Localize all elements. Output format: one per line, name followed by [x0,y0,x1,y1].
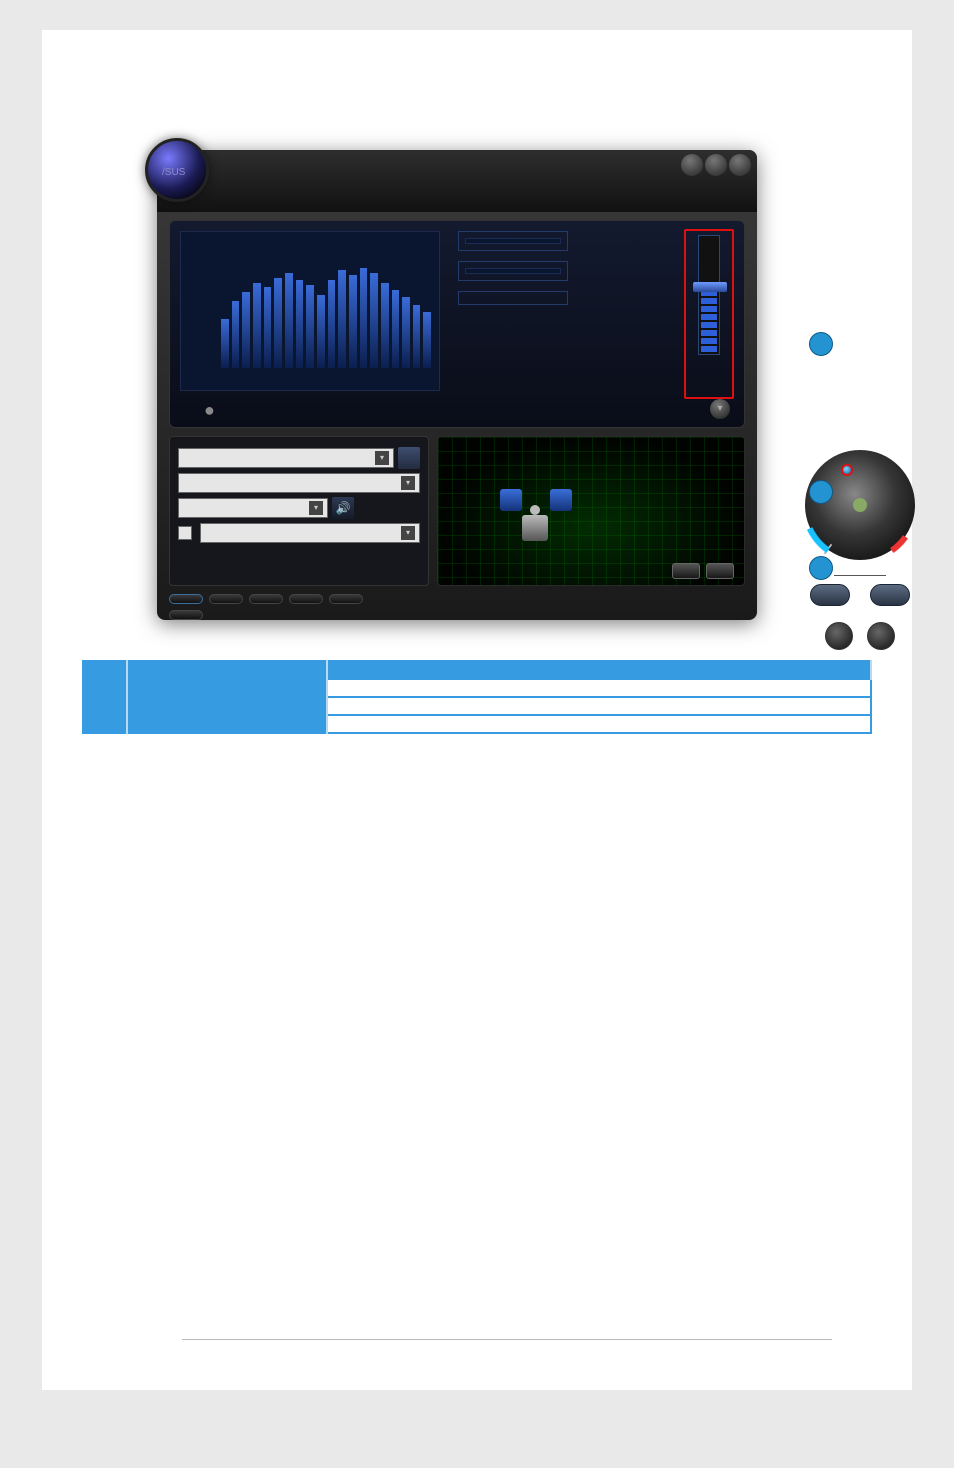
listener-icon [522,515,548,541]
info-button[interactable] [681,154,703,176]
expand-button[interactable]: ▾ [710,399,730,419]
chevron-down-icon: ▾ [401,476,415,490]
svn-blue-light [841,464,853,476]
eq-mode-group [458,261,568,281]
dsp-mode-value [465,238,561,244]
transport-controls [672,563,734,579]
tab-main[interactable] [169,594,203,604]
audio-center-window: ● ▾ ▾ [157,150,757,620]
dts-logo: ● [204,400,216,420]
row2-item [127,697,327,715]
display-panel: ● ▾ [169,220,745,428]
stop-button[interactable] [706,563,734,579]
dsp-mode-group [458,231,568,251]
tab-row-2 [169,610,745,620]
audio-channel-select[interactable]: ▾ [178,448,394,468]
row3-no [83,715,127,733]
help-button[interactable] [398,447,420,469]
tab-vocalfx[interactable] [169,610,203,620]
speaker-left[interactable] [500,489,522,511]
callout-2 [809,480,833,504]
minimize-button[interactable] [705,154,727,176]
svn-toggle[interactable] [810,584,850,606]
table-row [83,715,871,733]
close-button[interactable] [729,154,751,176]
mode-column [458,231,568,311]
volume-slot[interactable] [698,235,720,355]
play-prev-button[interactable] [672,563,700,579]
chevron-down-icon: ▾ [375,451,389,465]
analog-out-select[interactable]: ▾ [178,498,328,518]
document-page: ● ▾ ▾ [42,30,912,1390]
mute-toggle[interactable] [870,584,910,606]
smart-volume-label [686,357,732,366]
tab-row-1 [169,594,745,604]
row1-no [83,679,127,697]
spdif-out-select[interactable]: ▾ [200,523,420,543]
speaker-right[interactable] [550,489,572,511]
col-no [83,661,127,679]
page-footer [182,1339,832,1350]
spectrum-analyzer [180,231,440,391]
dts-row: ● ▾ [180,399,734,419]
row3-item [127,715,327,733]
callout-3 [809,332,833,356]
volume-knob-cluster [785,450,935,656]
output-device-group [458,291,568,305]
chevron-down-icon: ▾ [401,526,415,540]
volume-pointer[interactable] [693,282,727,292]
tab-flexbass[interactable] [329,594,363,604]
col-desc [327,661,871,679]
dsp-mode-button-1[interactable] [825,622,853,650]
tab-mixer[interactable] [209,594,243,604]
row2-desc [327,697,871,715]
tab-karaoke[interactable] [289,594,323,604]
col-item [127,661,327,679]
reference-table [82,660,872,734]
titlebar [157,150,757,212]
smart-volume-meter [684,229,734,399]
volume-knob[interactable] [805,450,915,560]
spectrum-bars [221,246,431,368]
svn-mute-row [785,584,935,606]
table-row [83,697,871,715]
app-figure: ● ▾ ▾ [157,150,797,620]
speaker-test-button[interactable]: 🔊 [332,497,354,519]
spdif-checkbox[interactable] [178,526,192,540]
lr-scale [834,566,886,576]
callout-1 [809,556,833,580]
eq-mode-value [465,268,561,274]
table-row [83,679,871,697]
chevron-down-icon: ▾ [309,501,323,515]
tab-effect[interactable] [249,594,283,604]
row3-desc [327,715,871,733]
row2-no [83,697,127,715]
dsp-mode-button-2[interactable] [867,622,895,650]
asus-logo-icon [145,138,209,202]
window-buttons [681,154,751,176]
row1-item [127,679,327,697]
row1-desc [327,679,871,697]
sample-rate-select[interactable]: ▾ [178,473,420,493]
speaker-room-view [437,436,745,586]
settings-panel: ▾ ▾ ▾ 🔊 [169,436,429,586]
knob-indicator [853,498,867,512]
lower-row: ▾ ▾ ▾ 🔊 [169,436,745,586]
dsp-mode-buttons [785,622,935,650]
